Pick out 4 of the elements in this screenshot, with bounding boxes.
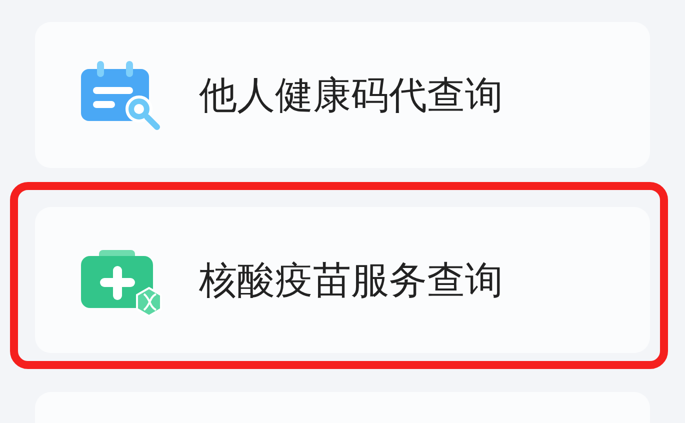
menu-card[interactable]: 他人健康码代查询 bbox=[35, 22, 650, 168]
menu-card[interactable]: 核酸疫苗服务查询 bbox=[35, 207, 650, 353]
menu-label: 核酸疫苗服务查询 bbox=[199, 256, 503, 304]
menu-label: 他人健康码代查询 bbox=[199, 72, 503, 118]
